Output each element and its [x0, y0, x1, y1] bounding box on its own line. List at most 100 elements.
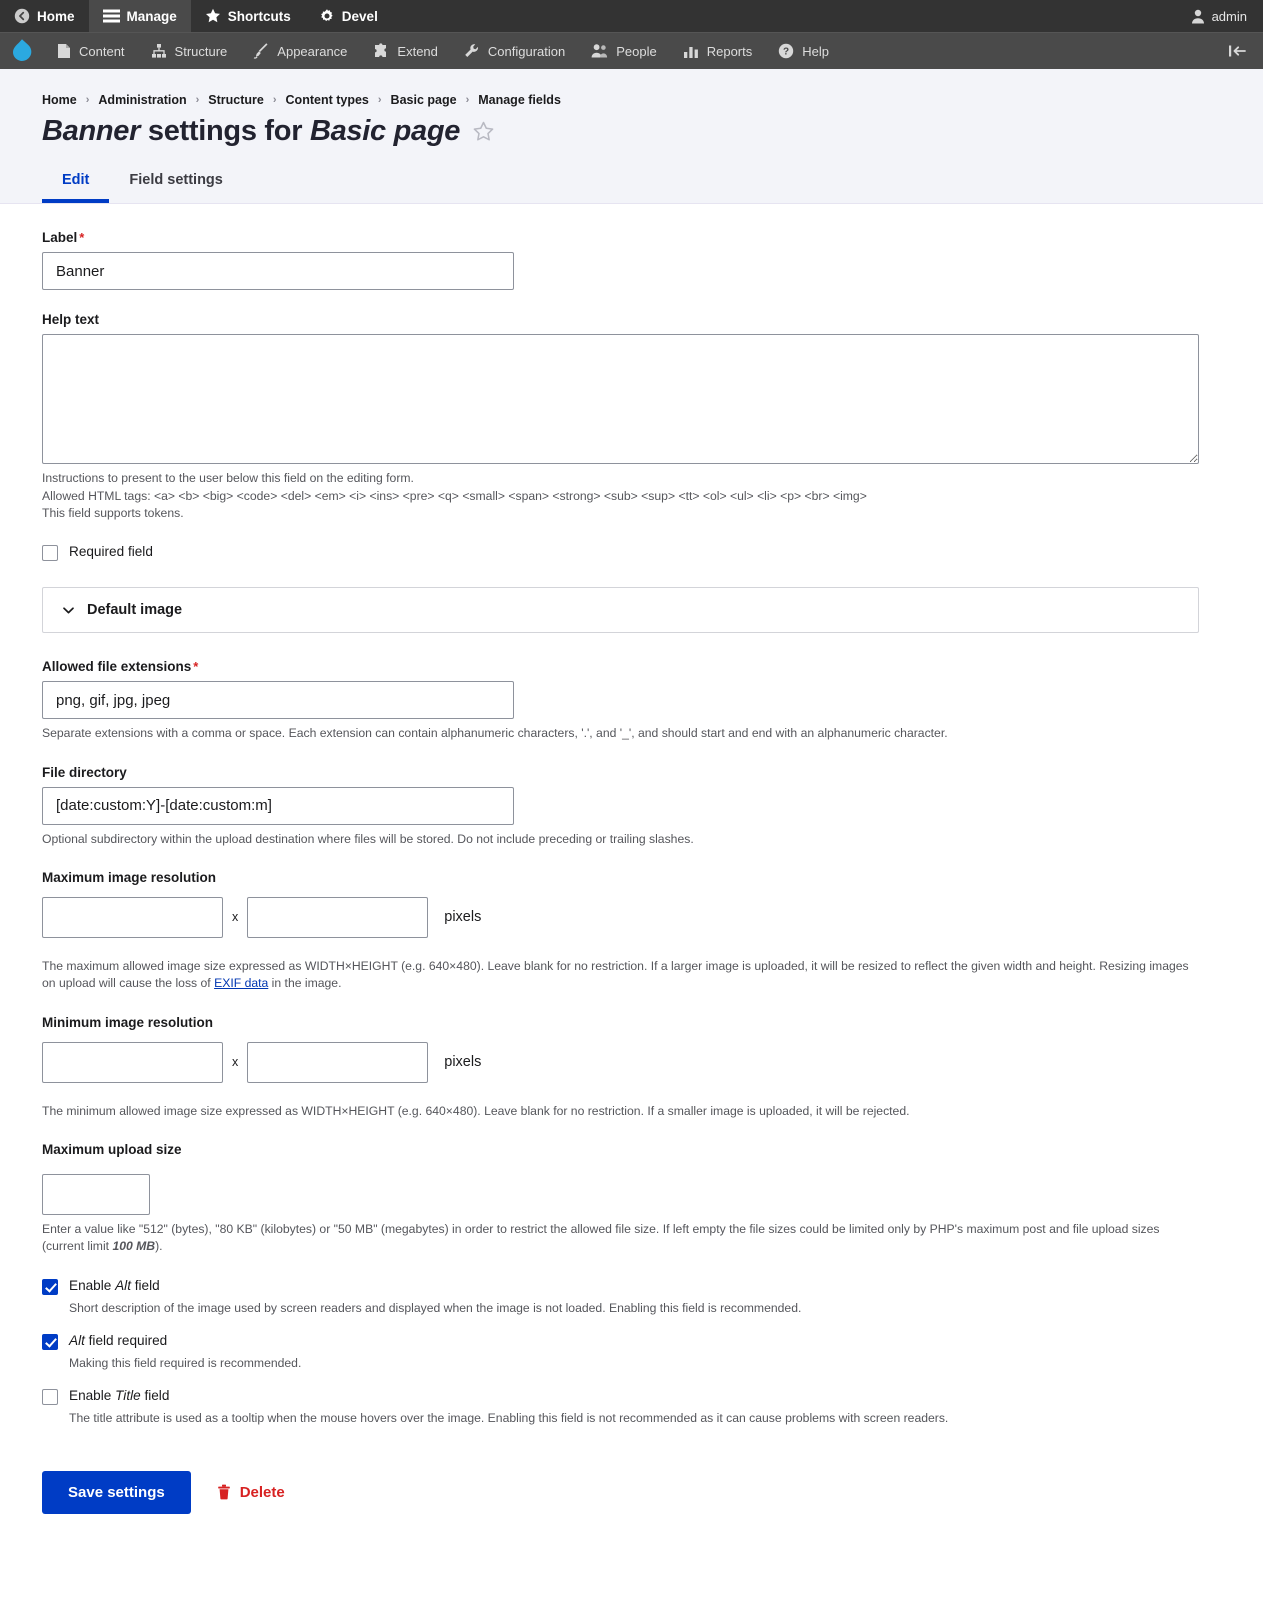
alt-required-checkbox[interactable] [42, 1333, 58, 1350]
page-title-middle: settings for [140, 115, 310, 147]
page-header: Home › Administration › Structure › Cont… [0, 69, 1263, 205]
min-resolution-form-item: Minimum image resolution x pixels The mi… [42, 1015, 1221, 1120]
min-resolution-width-input[interactable] [42, 1041, 223, 1083]
breadcrumb-item-content-types[interactable]: Content types [286, 91, 369, 109]
required-field-checkbox[interactable] [42, 545, 58, 562]
alt-required-description: Making this field required is recommende… [69, 1355, 302, 1370]
toolbar-item-shortcuts[interactable]: Shortcuts [191, 0, 305, 32]
breadcrumb-item-administration[interactable]: Administration [98, 91, 186, 109]
tray-item-label: Extend [397, 43, 438, 59]
tray-item-reports[interactable]: Reports [670, 33, 766, 69]
file-directory-input[interactable] [42, 786, 514, 825]
field-settings-form: Label* Help text Instructions to present… [0, 204, 1263, 1574]
max-resolution-form-item: Maximum image resolution x pixels The ma… [42, 870, 1221, 993]
exif-data-link[interactable]: EXIF data [214, 976, 268, 990]
default-image-summary[interactable]: Default image [43, 588, 1198, 632]
alt-required-label[interactable]: Alt field required [69, 1333, 167, 1350]
home-back-icon [14, 8, 30, 24]
required-field-checkbox-row[interactable]: Required field [42, 544, 1221, 562]
admin-toolbar: Home Manage Shortcuts Devel admin [0, 0, 1263, 32]
help-text-label: Help text [42, 312, 100, 328]
page-title-field-name: Banner [42, 115, 141, 147]
min-resolution-height-input[interactable] [247, 1041, 429, 1083]
help-text-textarea[interactable] [42, 334, 1199, 465]
breadcrumb-item-manage-fields[interactable]: Manage fields [478, 91, 561, 109]
breadcrumb-item-structure[interactable]: Structure [208, 91, 264, 109]
tray-item-extend[interactable]: Extend [360, 33, 450, 69]
file-directory-description: Optional subdirectory within the upload … [42, 831, 694, 846]
toolbar-item-manage[interactable]: Manage [88, 0, 191, 32]
max-resolution-width-input[interactable] [42, 896, 223, 938]
breadcrumb-separator: › [377, 94, 382, 106]
tab-label: Edit [62, 172, 90, 189]
delete-button[interactable]: Delete [217, 1484, 285, 1501]
tray-item-help[interactable]: ? Help [765, 33, 842, 69]
toolbar-user-menu[interactable]: admin [1175, 0, 1263, 32]
help-text-form-item: Help text Instructions to present to the… [42, 312, 1221, 522]
max-upload-size-input[interactable] [42, 1173, 150, 1215]
page-title: Banner settings for Basic page [42, 115, 1221, 148]
required-field-label[interactable]: Required field [69, 544, 153, 561]
tray-item-structure[interactable]: Structure [138, 33, 241, 69]
enable-title-label-after: field [140, 1387, 170, 1403]
tab-edit[interactable]: Edit [42, 164, 110, 204]
tray-item-label: Configuration [487, 43, 566, 59]
star-outline-icon[interactable] [472, 120, 495, 143]
alt-required-label-after: field required [84, 1332, 168, 1348]
max-upload-desc-before: Enter a value like "512" (bytes), "80 KB… [42, 1221, 1160, 1254]
max-resolution-height-input[interactable] [247, 896, 429, 938]
save-settings-button[interactable]: Save settings [42, 1470, 191, 1514]
label-input[interactable] [42, 252, 514, 291]
required-marker: * [79, 230, 85, 246]
puzzle-icon [373, 43, 389, 59]
max-upload-size-description: Enter a value like "512" (bytes), "80 KB… [42, 1221, 1202, 1256]
tray-item-content[interactable]: Content [44, 33, 138, 69]
breadcrumb-separator: › [272, 94, 277, 106]
resolution-separator: x [232, 910, 239, 925]
enable-alt-label-before: Enable [69, 1277, 116, 1293]
form-actions: Save settings Delete [42, 1470, 1221, 1514]
chevron-down-icon [61, 603, 76, 618]
breadcrumb-item-basic-page[interactable]: Basic page [391, 91, 457, 109]
tray-item-appearance[interactable]: Appearance [240, 33, 360, 69]
max-upload-size-label: Maximum upload size [42, 1141, 182, 1157]
file-directory-form-item: File directory Optional subdirectory wit… [42, 765, 1221, 848]
enable-title-label[interactable]: Enable Title field [69, 1388, 169, 1405]
collapse-toolbar-icon[interactable] [1213, 33, 1263, 69]
trash-icon [217, 1484, 231, 1500]
tray-item-configuration[interactable]: Configuration [451, 33, 578, 69]
paintbrush-icon [253, 43, 269, 59]
toolbar-item-devel[interactable]: Devel [305, 0, 392, 32]
min-resolution-unit: pixels [444, 1054, 482, 1071]
enable-alt-checkbox-row[interactable]: Enable Alt field [42, 1278, 1221, 1295]
default-image-details[interactable]: Default image [42, 587, 1199, 634]
delete-button-label: Delete [239, 1483, 285, 1501]
enable-title-label-emphasis: Title [115, 1387, 141, 1403]
admin-toolbar-tray: Content Structure Appearance Extend Conf… [0, 32, 1263, 69]
breadcrumb-separator: › [465, 94, 470, 106]
tab-field-settings[interactable]: Field settings [109, 164, 242, 203]
toolbar-item-home[interactable]: Home [0, 0, 89, 32]
tray-item-label: Appearance [277, 43, 348, 59]
people-icon [591, 43, 608, 59]
alt-required-checkbox-row[interactable]: Alt field required [42, 1333, 1221, 1350]
toolbar-item-label: Manage [126, 8, 177, 24]
enable-title-checkbox[interactable] [42, 1388, 58, 1405]
label-form-item: Label * [42, 230, 1221, 291]
tray-item-label: Structure [174, 43, 228, 59]
default-image-label: Default image [87, 602, 183, 619]
enable-title-description: The title attribute is used as a tooltip… [69, 1410, 949, 1425]
tab-label: Field settings [129, 172, 223, 189]
allowed-extensions-input[interactable] [42, 681, 514, 720]
enable-title-label-before: Enable [69, 1387, 116, 1403]
enable-alt-checkbox[interactable] [42, 1278, 58, 1295]
breadcrumb-item-home[interactable]: Home [42, 91, 77, 109]
breadcrumb-separator: › [195, 94, 200, 106]
enable-alt-label[interactable]: Enable Alt field [69, 1278, 160, 1295]
gear-icon [319, 8, 335, 24]
enable-title-checkbox-row[interactable]: Enable Title field [42, 1388, 1221, 1405]
min-resolution-description: The minimum allowed image size expressed… [42, 1103, 910, 1118]
tray-item-people[interactable]: People [578, 33, 669, 69]
drupal-logo-icon[interactable] [0, 33, 44, 69]
